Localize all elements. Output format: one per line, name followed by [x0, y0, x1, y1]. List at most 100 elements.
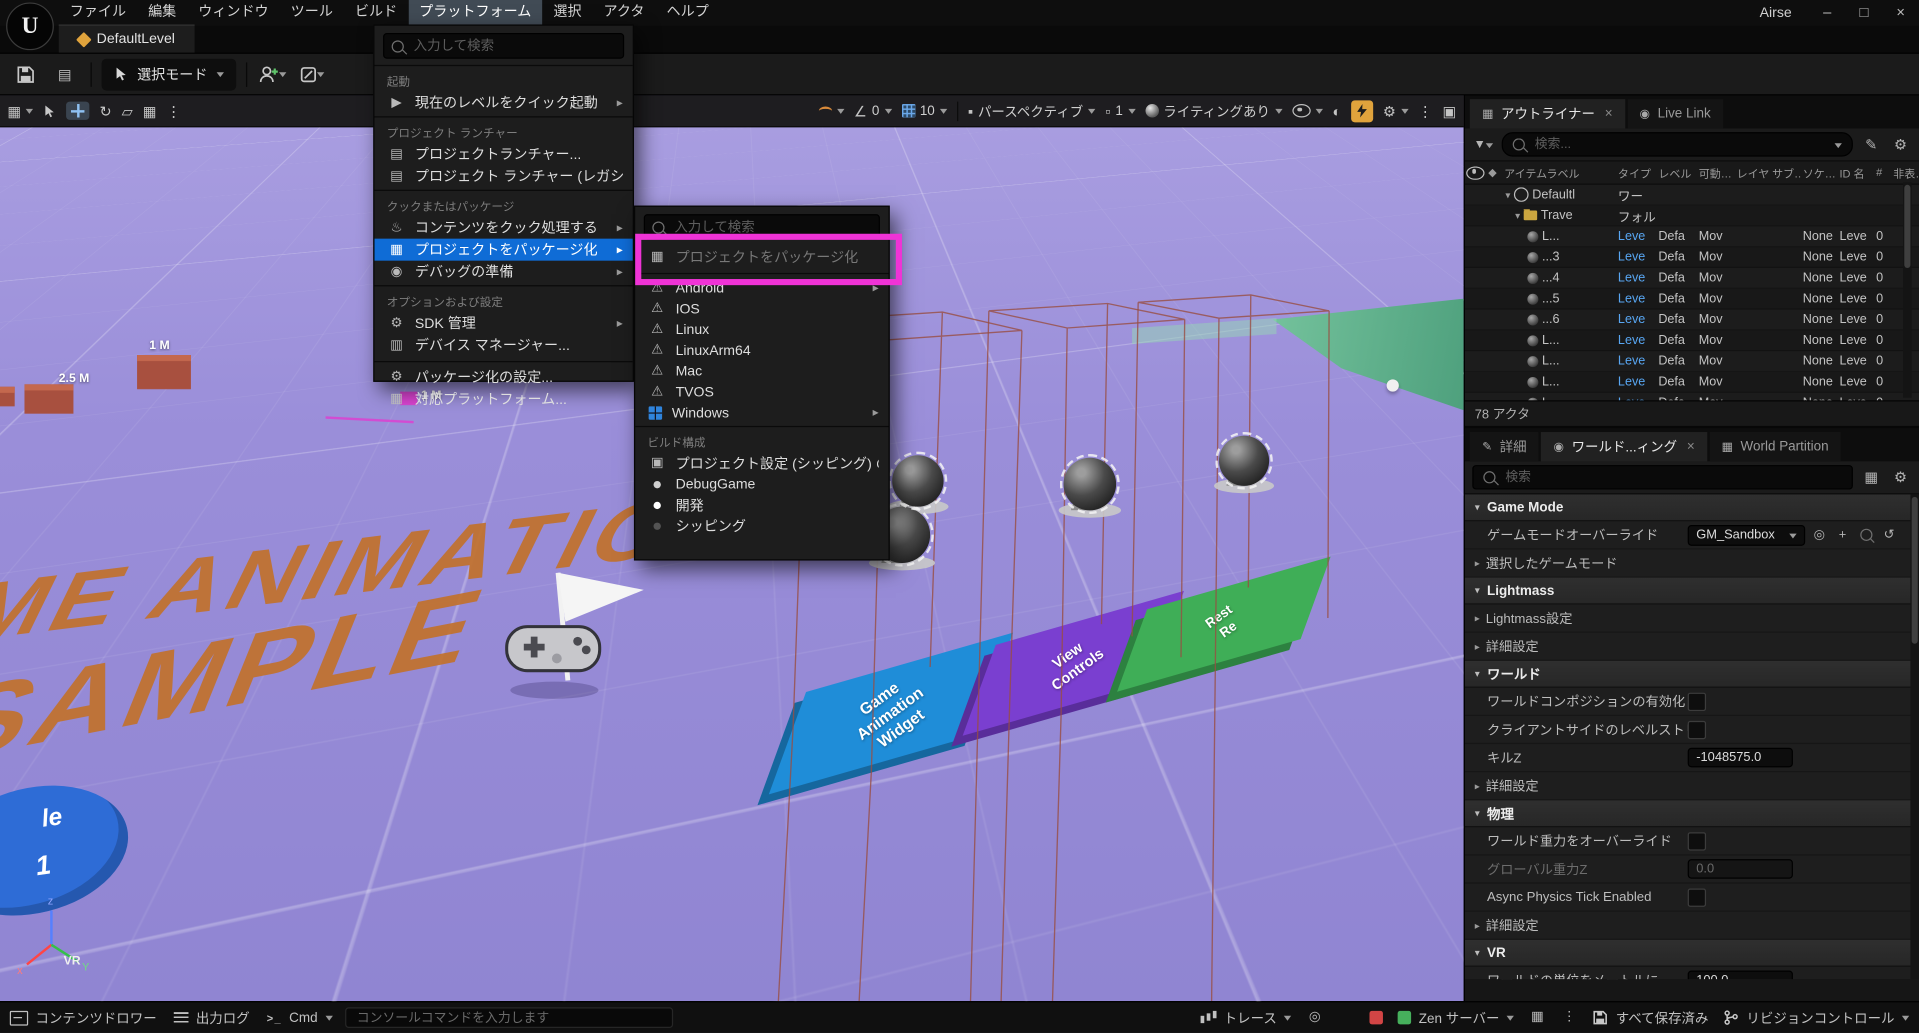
perspective-dropdown[interactable]: ▪パースペクティブ	[968, 101, 1096, 121]
add-button[interactable]: +	[1833, 526, 1851, 544]
outliner-row[interactable]: ...3LeveDefaMovNoneLeve0	[1465, 247, 1919, 268]
add-folder-button[interactable]: ✎	[1860, 133, 1882, 155]
menubar-item[interactable]: 編集	[137, 0, 187, 26]
value-input[interactable]: 100.0	[1688, 971, 1793, 980]
menubar-item[interactable]: ツール	[280, 0, 344, 26]
grid-snap-dropdown[interactable]: 10	[901, 103, 947, 118]
platform-item[interactable]: ⚠TVOS	[635, 382, 888, 403]
column-header[interactable]: タイプ	[1615, 165, 1655, 181]
platform-item[interactable]: ⚠Mac	[635, 361, 888, 382]
console-mode-dropdown[interactable]: >_Cmd	[267, 1010, 332, 1025]
checkbox[interactable]	[1688, 692, 1706, 710]
menu-item[interactable]: ◉デバッグの準備▸	[374, 261, 632, 283]
package-project-disabled-item[interactable]: ▦ プロジェクトをパッケージ化	[635, 246, 888, 268]
realtime-toggle-button[interactable]	[1351, 100, 1373, 122]
expander-icon[interactable]: ▸	[1475, 780, 1480, 791]
checkbox[interactable]	[1688, 888, 1706, 906]
column-header[interactable]: アイテムラベル	[1502, 165, 1616, 181]
menubar-item[interactable]: アクタ	[593, 0, 656, 26]
outliner-row[interactable]: L...LeveDefaMovNoneLeve0	[1465, 393, 1919, 400]
menu-item[interactable]: ▶現在のレベルをクイック起動▸	[374, 92, 632, 114]
column-header[interactable]: 可動…	[1696, 165, 1734, 181]
expander-icon[interactable]: ▸	[1475, 557, 1480, 568]
rotation-snap-dropdown[interactable]: ∠0	[854, 103, 892, 118]
column-header[interactable]: #	[1874, 166, 1891, 178]
outliner-search-input[interactable]	[1532, 136, 1827, 153]
menu-search-input[interactable]	[411, 37, 615, 54]
tab-world-partition[interactable]: ▦ World Partition	[1709, 432, 1840, 461]
screenshot-button[interactable]	[1338, 1009, 1355, 1026]
content-browser-button[interactable]: ▤	[49, 58, 81, 90]
build-config-item[interactable]: ▣プロジェクト設定 (シッピング) の使用	[635, 453, 888, 474]
outliner-row[interactable]: ...6LeveDefaMovNoneLeve0	[1465, 310, 1919, 331]
surface-snapping-dropdown[interactable]	[818, 104, 844, 117]
details-category-header[interactable]: ▾ワールド	[1465, 661, 1919, 688]
select-tool-button[interactable]	[43, 103, 56, 118]
tab-outliner[interactable]: ▦ アウトライナー ×	[1470, 99, 1625, 128]
search-button[interactable]	[1857, 526, 1875, 544]
column-header[interactable]: レベル	[1656, 165, 1696, 181]
transform-overflow-menu[interactable]: ⋮	[166, 103, 181, 118]
expander-icon[interactable]: ▾	[1505, 189, 1510, 200]
submenu-search-input[interactable]	[672, 218, 871, 235]
menu-item[interactable]: ▤プロジェクト ランチャー (レガシー)...	[374, 165, 632, 187]
menu-item[interactable]: ▤プロジェクトランチャー...	[374, 143, 632, 165]
outliner-row[interactable]: L...LeveDefaMovNoneLeve0	[1465, 372, 1919, 393]
expander-icon[interactable]: ▸	[1475, 920, 1480, 931]
menu-item[interactable]: ♨コンテンツをクック処理する▸	[374, 217, 632, 239]
screen-percentage-dropdown[interactable]: ▫1	[1105, 103, 1135, 118]
platform-item[interactable]: Windows▸	[635, 403, 888, 424]
preview-shading-button[interactable]: ◐	[1332, 103, 1341, 118]
outliner-row[interactable]: L...LeveDefaMovNoneLeve0	[1465, 330, 1919, 351]
camera-sphere[interactable]	[1219, 436, 1269, 486]
checkbox[interactable]	[1688, 832, 1706, 850]
show-flags-dropdown[interactable]	[1292, 104, 1323, 117]
display-filter-button[interactable]: ▦	[1860, 466, 1882, 488]
camera-sphere[interactable]	[1064, 458, 1117, 511]
outliner-row[interactable]: ▾Defaultlワー	[1465, 185, 1919, 206]
outliner-row[interactable]: L...LeveDefaMovNoneLeve0	[1465, 226, 1919, 247]
outliner-row[interactable]: ...4LeveDefaMovNoneLeve0	[1465, 268, 1919, 289]
value-input[interactable]: 0.0	[1688, 859, 1793, 879]
pin-column-header[interactable]: ◆	[1486, 166, 1502, 179]
details-scrollbar[interactable]	[1910, 494, 1919, 979]
column-header[interactable]: ID 名	[1837, 165, 1874, 181]
details-category-header[interactable]: ▾VR	[1465, 940, 1919, 967]
menubar-item[interactable]: 選択	[542, 0, 592, 26]
maximize-button[interactable]: □	[1846, 0, 1883, 26]
details-category-header[interactable]: ▾Lightmass	[1465, 578, 1919, 605]
menubar-item[interactable]: ファイル	[59, 0, 137, 26]
menubar-item[interactable]: ヘルプ	[656, 0, 720, 26]
statusbar-item[interactable]: すべて保存済み	[1592, 1008, 1708, 1028]
statusbar-item[interactable]: Zen サーバー	[1398, 1008, 1514, 1028]
column-header[interactable]: レイヤ	[1734, 165, 1769, 181]
scale-tool-button[interactable]: ▱	[122, 103, 133, 118]
menubar-item[interactable]: プラットフォーム	[408, 0, 542, 26]
menu-item[interactable]: ▥デバイス マネージャー...	[374, 334, 632, 356]
column-header[interactable]: ソケ…	[1800, 165, 1837, 181]
kebab-button[interactable]: ⋮	[1561, 1009, 1578, 1026]
select-mode-dropdown[interactable]: 選択モード	[102, 58, 236, 90]
statusbar-item[interactable]: 出力ログ	[174, 1008, 250, 1028]
expander-icon[interactable]: ▾	[1515, 210, 1520, 221]
menu-item[interactable]: ▦対応プラットフォーム...	[374, 388, 632, 410]
console-input-box[interactable]	[345, 1007, 673, 1028]
browse-button[interactable]: ◎	[1810, 526, 1828, 544]
tab-live-link[interactable]: ◉ Live Link	[1627, 99, 1723, 128]
close-tab-icon[interactable]: ×	[1687, 439, 1695, 454]
filter-dropdown[interactable]: ▼	[1472, 133, 1494, 155]
platform-item[interactable]: ⚠IOS	[635, 299, 888, 320]
platform-item[interactable]: ⚠LinuxArm64	[635, 340, 888, 361]
viewport-options-dropdown[interactable]: ▦	[7, 103, 33, 118]
grid-button[interactable]: ▦	[1529, 1009, 1546, 1026]
maximize-viewport-button[interactable]: ▣	[1442, 103, 1456, 118]
close-button[interactable]: ×	[1882, 0, 1919, 26]
unreal-logo[interactable]: U	[6, 2, 54, 50]
submenu-search[interactable]	[644, 214, 880, 240]
view-mode-dropdown[interactable]: ライティングあり	[1145, 101, 1282, 121]
menu-item[interactable]: ⚙パッケージ化の設定...	[374, 366, 632, 388]
undo-button[interactable]: ↺	[1880, 526, 1898, 544]
statusbar-item[interactable]: コンテンツドロワー	[10, 1008, 157, 1028]
build-config-item[interactable]: DebugGame	[635, 474, 888, 495]
checkbox[interactable]	[1688, 720, 1706, 738]
